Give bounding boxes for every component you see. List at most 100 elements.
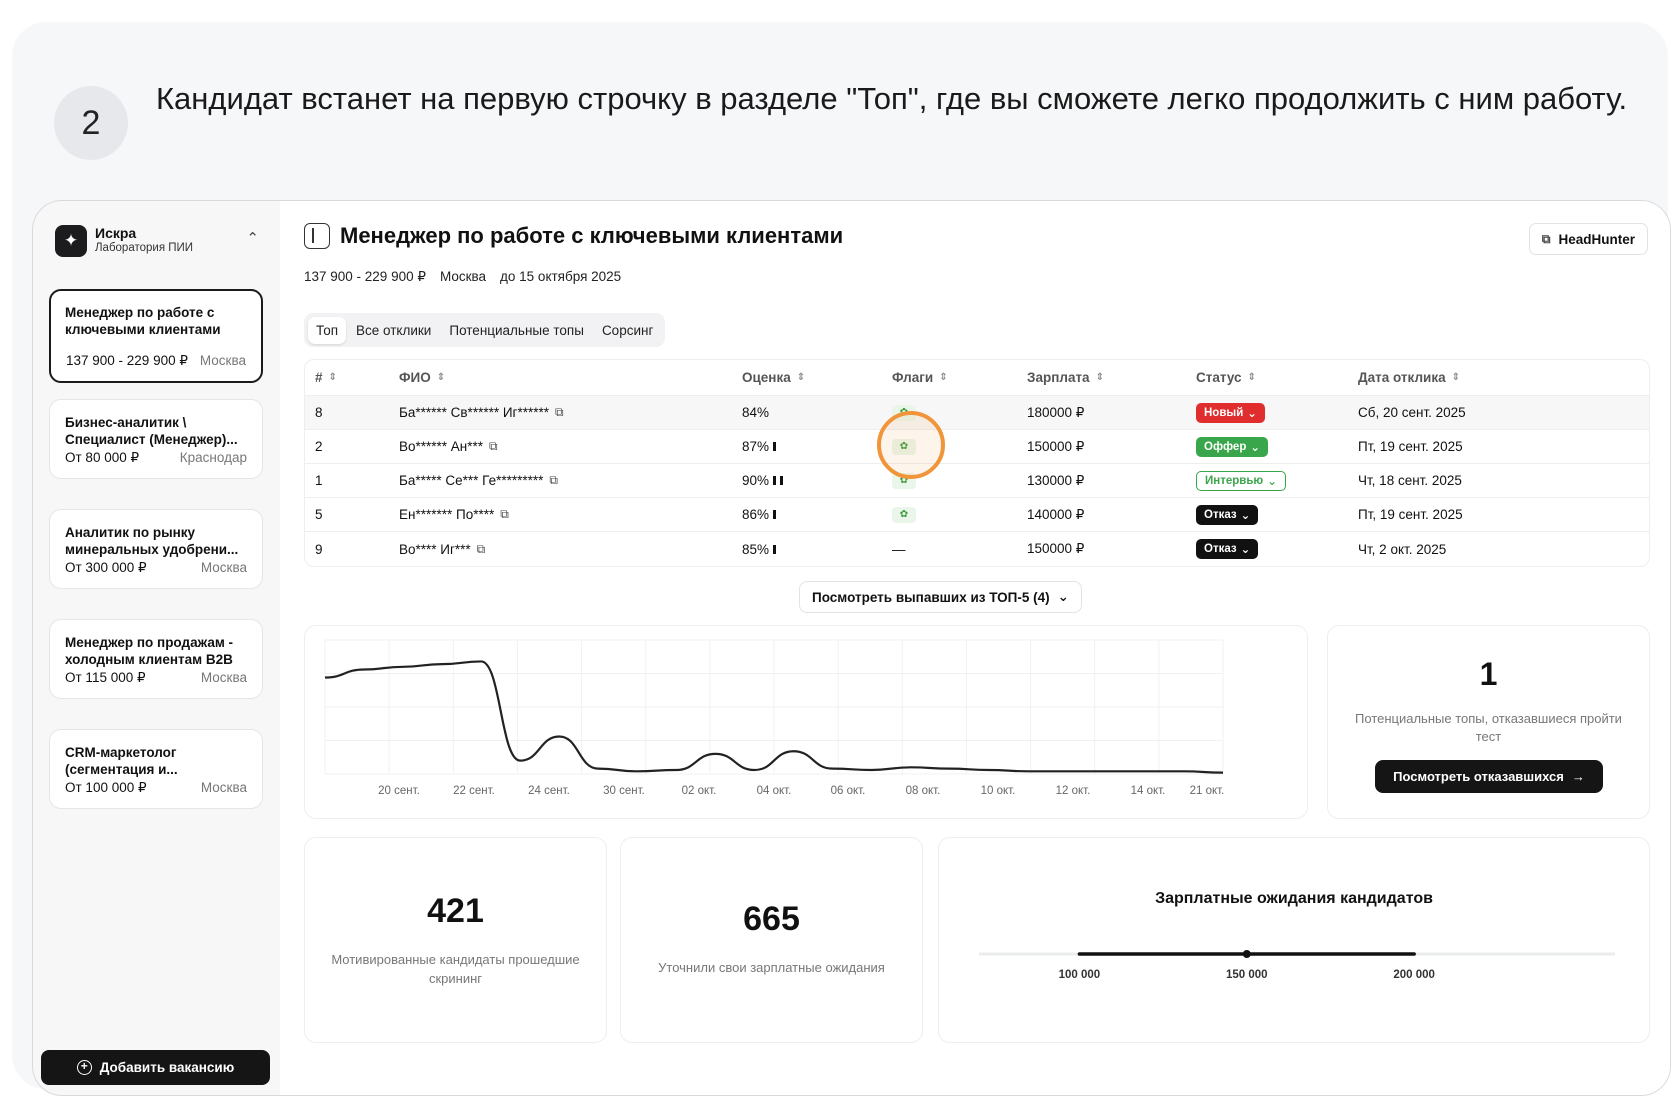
step-number-badge: 2	[54, 86, 128, 160]
x-tick-label: 24 сент.	[528, 785, 570, 797]
row-number: 9	[315, 532, 323, 566]
col-score-header[interactable]: Оценка ⇕	[742, 360, 805, 395]
sort-icon: ⇕	[1247, 372, 1256, 383]
x-tick-label: 20 сент.	[378, 785, 420, 797]
status-label: Оффер	[1204, 440, 1247, 453]
chevron-down-icon: ⌄	[1267, 475, 1277, 488]
external-link-icon[interactable]: ⧉	[489, 439, 498, 454]
vacancy-salary: От 300 000 ₽	[65, 560, 147, 575]
candidate-salary: 180000 ₽	[1027, 396, 1084, 429]
candidate-score: 84%	[742, 396, 769, 429]
col-date-header[interactable]: Дата отклика ⇕	[1358, 360, 1460, 395]
response-date: Сб, 20 сент. 2025	[1358, 396, 1466, 429]
vacancy-card[interactable]: Аналитик по рынку минеральных удобрени..…	[49, 509, 263, 589]
candidate-status: Новый ⌄	[1196, 396, 1265, 429]
status-badge[interactable]: Новый ⌄	[1196, 402, 1265, 423]
col-name-header[interactable]: ФИО ⇕	[399, 360, 445, 395]
clarified-label: Уточнили свои зарплатные ожидания	[658, 960, 885, 975]
tab-potential-tops[interactable]: Потенциальные топы	[441, 317, 592, 344]
status-badge[interactable]: Отказ ⌄	[1196, 504, 1259, 525]
candidate-status: Интервью ⌄	[1196, 464, 1286, 497]
main-content: Менеджер по работе с ключевыми клиентами…	[280, 201, 1670, 1095]
x-tick-label: 10 окт.	[981, 785, 1016, 797]
candidates-table: # ⇕ ФИО ⇕ Оценка ⇕ Флаги ⇕ Зарплата ⇕ Статус ⇕ Дата …	[304, 359, 1650, 567]
score-bar	[773, 442, 777, 451]
vacancy-card[interactable]: Бизнес-аналитик \ Специалист (Менеджер).…	[49, 399, 263, 479]
response-date-value: Пт, 19 сент. 2025	[1358, 507, 1463, 522]
vacancy-salary: 137 900 - 229 900 ₽	[304, 269, 426, 284]
external-link-icon[interactable]: ⧉	[549, 473, 558, 488]
vacancy-salary: От 100 000 ₽	[65, 780, 147, 795]
col-salary-header[interactable]: Зарплата ⇕	[1027, 360, 1104, 395]
response-date: Чт, 2 окт. 2025	[1358, 532, 1446, 566]
status-badge[interactable]: Отказ ⌄	[1196, 539, 1259, 559]
page-title: Менеджер по работе с ключевыми клиентами	[340, 223, 844, 248]
candidate-name-value: Во**** Иг***	[399, 541, 471, 557]
table-row[interactable]: 1 Ба***** Се*** Ге********* ⧉ 90% ✿ 130000 ₽ И…	[305, 464, 1649, 498]
external-link-icon[interactable]: ⧉	[500, 507, 509, 522]
vacancy-card[interactable]: Менеджер по работе с ключевыми клиентами…	[49, 289, 263, 383]
table-row[interactable]: 9 Во**** Иг*** ⧉ 85% — 150000 ₽ Отказ ⌄ Чт, 2 ок…	[305, 532, 1649, 566]
candidate-flags: ✿	[892, 498, 916, 531]
status-label: Отказ	[1204, 508, 1237, 521]
tab-all-responses[interactable]: Все отклики	[348, 317, 439, 344]
status-badge[interactable]: Интервью ⌄	[1196, 470, 1286, 491]
tab-top[interactable]: Топ	[308, 316, 347, 344]
vacancy-salary: 137 900 - 229 900 ₽	[66, 353, 188, 368]
score-value: 84%	[742, 405, 770, 420]
view-refused-button[interactable]: Посмотреть отказавшихся →	[1375, 760, 1603, 793]
col-flags-label: Флаги	[892, 370, 934, 385]
score-value: 90%	[742, 473, 770, 488]
col-salary-label: Зарплата	[1027, 370, 1090, 385]
table-row[interactable]: 5 Ен******* По**** ⧉ 86% ✿ 140000 ₽ Отказ ⌄ Пт, …	[305, 498, 1649, 532]
external-link-icon: ⧉	[1541, 231, 1551, 246]
candidate-salary: 130000 ₽	[1027, 464, 1084, 497]
salary-tick-label: 200 000	[1393, 969, 1435, 981]
add-vacancy-button[interactable]: + Добавить вакансию	[41, 1050, 270, 1085]
candidate-score: 86%	[742, 498, 777, 531]
response-date: Пт, 19 сент. 2025	[1358, 498, 1463, 531]
vacancy-city: Москва	[439, 269, 487, 284]
salary-value: 150000 ₽	[1027, 541, 1085, 556]
vacancy-footer: От 100 000 ₽ Москва	[65, 780, 247, 796]
sparkle-icon: ✦	[55, 225, 87, 257]
candidate-flags: —	[892, 532, 906, 566]
line-chart: 20 сент. 22 сент. 24 сент. 30 сент. 02 окт. 0…	[324, 639, 1225, 797]
salary-range-chart: 100 000 150 000 200 000	[979, 950, 1615, 981]
candidate-name: Во**** Иг*** ⧉	[399, 532, 485, 566]
col-number-header[interactable]: # ⇕	[315, 360, 337, 395]
status-label: Отказ	[1204, 543, 1237, 555]
chevron-down-icon: ⌄	[1247, 407, 1257, 420]
show-dropped-button[interactable]: Посмотреть выпавших из ТОП-5 (4) ⌄	[799, 581, 1082, 613]
candidate-name: Ен******* По**** ⧉	[399, 498, 509, 531]
x-tick-label: 12 окт.	[1056, 785, 1091, 797]
response-date-value: Чт, 18 сент. 2025	[1358, 473, 1462, 488]
x-tick-label: 30 сент.	[603, 785, 645, 797]
candidate-score: 85%	[742, 532, 777, 566]
vacancy-card[interactable]: CRM-маркетолог (сегментация и... От 100 0…	[49, 729, 263, 809]
org-switcher[interactable]: ✦ Искра Лаборатория ПИИ ⌃	[55, 223, 265, 259]
headhunter-button[interactable]: ⧉ HeadHunter	[1528, 223, 1648, 255]
vacancy-footer: От 115 000 ₽ Москва	[65, 670, 247, 686]
table-row[interactable]: 2 Во****** Ан*** ⧉ 87% ✿ 150000 ₽ Оффер ⌄ Пт, 19…	[305, 430, 1649, 464]
col-flags-header[interactable]: Флаги ⇕	[892, 360, 948, 395]
status-badge[interactable]: Оффер ⌄	[1196, 436, 1268, 457]
vacancy-deadline: до 15 октября 2025	[500, 269, 622, 284]
tab-sourcing[interactable]: Сорсинг	[594, 317, 661, 344]
external-link-icon[interactable]: ⧉	[555, 405, 564, 420]
col-date-label: Дата отклика	[1358, 370, 1446, 385]
row-number: 2	[315, 430, 323, 463]
col-status-header[interactable]: Статус ⇕	[1196, 360, 1256, 395]
vacancy-card[interactable]: Менеджер по продажам - холодным клиентам…	[49, 619, 263, 699]
salary-value: 140000 ₽	[1027, 506, 1085, 522]
score-bar	[773, 510, 777, 519]
x-tick-label: 21 окт.	[1190, 785, 1225, 797]
table-row[interactable]: 8 Ба****** Св****** Иг****** ⧉ 84% ✿ 180000 ₽…	[305, 396, 1649, 430]
external-link-icon[interactable]: ⧉	[477, 542, 486, 557]
x-tick-label: 08 окт.	[906, 785, 941, 797]
sidebar-toggle-icon[interactable]	[304, 223, 330, 249]
sort-icon: ⇕	[1451, 372, 1460, 383]
chevron-down-icon: ⌄	[1240, 509, 1251, 522]
plus-circle-icon: +	[76, 1060, 92, 1075]
sort-icon: ⇕	[1095, 372, 1104, 383]
